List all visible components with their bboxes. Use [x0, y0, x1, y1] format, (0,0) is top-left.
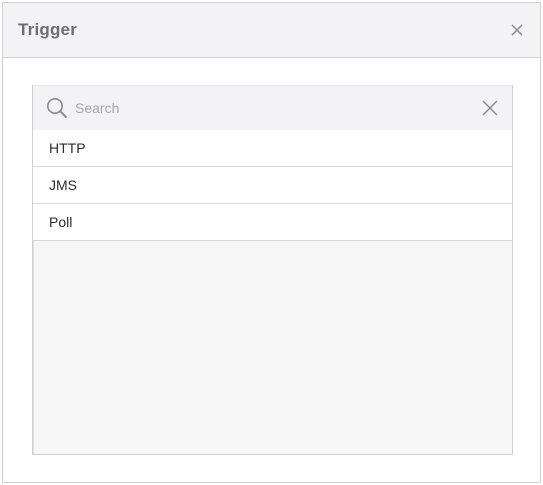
dialog-title: Trigger: [18, 20, 78, 39]
clear-icon: [482, 100, 498, 116]
trigger-list: HTTP JMS Poll: [33, 130, 512, 241]
trigger-dialog: Trigger Search HTTP JMS Poll: [2, 2, 541, 483]
list-item-poll[interactable]: Poll: [33, 204, 512, 241]
trigger-list-panel: HTTP JMS Poll: [32, 85, 513, 455]
list-item-label: JMS: [49, 177, 77, 193]
list-item-jms[interactable]: JMS: [33, 167, 512, 204]
clear-search-button[interactable]: [480, 98, 500, 118]
close-button[interactable]: [509, 22, 525, 38]
search-icon: [45, 96, 69, 120]
search-input[interactable]: [75, 100, 480, 116]
list-item-label: HTTP: [49, 140, 86, 156]
list-item-label: Poll: [49, 214, 73, 230]
close-icon: [511, 24, 523, 36]
search-bar: [33, 85, 512, 130]
dialog-header: Trigger: [3, 3, 540, 58]
list-item-http[interactable]: HTTP: [33, 130, 512, 167]
